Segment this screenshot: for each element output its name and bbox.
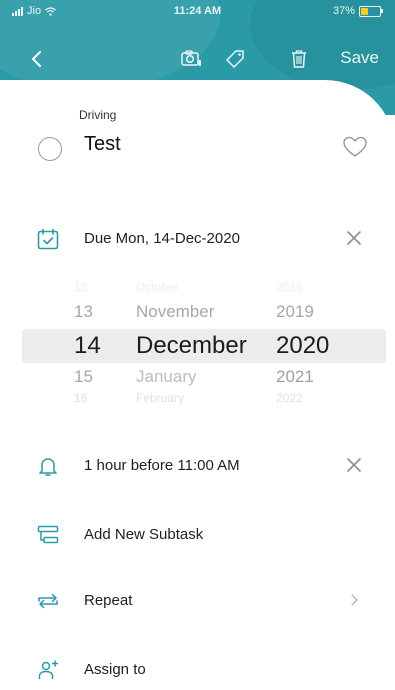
picker-day[interactable]: 13 bbox=[74, 302, 93, 322]
chevron-right-icon bbox=[351, 594, 358, 606]
save-button[interactable]: Save bbox=[340, 48, 379, 68]
picker-day[interactable]: 16 bbox=[74, 391, 87, 405]
assign-row[interactable]: Assign to bbox=[0, 655, 395, 685]
picker-day[interactable]: 15 bbox=[74, 367, 93, 387]
repeat-icon bbox=[38, 593, 58, 609]
reminder-label: 1 hour before 11:00 AM bbox=[84, 457, 240, 474]
trash-icon[interactable] bbox=[288, 48, 310, 70]
picker-month[interactable]: January bbox=[136, 367, 196, 387]
assign-label: Assign to bbox=[84, 661, 146, 678]
date-picker[interactable]: 12 13 14 15 16 October November December… bbox=[0, 272, 395, 412]
reminder-row[interactable]: 1 hour before 11:00 AM bbox=[0, 451, 395, 481]
add-subtask-row[interactable]: Add New Subtask bbox=[0, 520, 395, 550]
due-date-label: Due Mon, 14-Dec-2020 bbox=[84, 230, 240, 247]
toolbar: Save bbox=[0, 44, 395, 74]
back-arrow-icon[interactable] bbox=[22, 44, 52, 74]
task-title[interactable]: Test bbox=[84, 133, 121, 156]
tag-icon[interactable] bbox=[224, 48, 246, 70]
picker-year[interactable]: 2021 bbox=[276, 367, 314, 387]
picker-month-selected[interactable]: December bbox=[136, 332, 247, 360]
add-person-icon bbox=[38, 660, 59, 679]
picker-day[interactable]: 12 bbox=[74, 280, 87, 294]
due-date-row[interactable]: Due Mon, 14-Dec-2020 bbox=[0, 224, 395, 254]
repeat-row[interactable]: Repeat bbox=[0, 586, 395, 616]
picker-year[interactable]: 2018 bbox=[276, 280, 303, 294]
picker-month[interactable]: October bbox=[136, 280, 179, 294]
picker-year-selected[interactable]: 2020 bbox=[276, 332, 329, 360]
complete-checkbox[interactable] bbox=[38, 137, 62, 161]
camera-icon[interactable] bbox=[180, 48, 202, 70]
picker-year[interactable]: 2022 bbox=[276, 391, 303, 405]
clear-due-date-icon[interactable] bbox=[344, 228, 364, 248]
add-subtask-label: Add New Subtask bbox=[84, 526, 204, 543]
picker-day-selected[interactable]: 14 bbox=[74, 332, 101, 360]
battery-icon bbox=[359, 5, 383, 17]
bell-icon bbox=[39, 458, 57, 476]
calendar-check-icon bbox=[37, 228, 59, 250]
status-bar: Jio 11:24 AM 37% bbox=[0, 0, 395, 22]
picker-year[interactable]: 2019 bbox=[276, 302, 314, 322]
picker-month[interactable]: November bbox=[136, 302, 214, 322]
repeat-label: Repeat bbox=[84, 592, 133, 609]
battery-percent: 37% bbox=[332, 5, 355, 17]
heart-icon[interactable] bbox=[342, 135, 368, 159]
subtask-icon bbox=[37, 525, 59, 544]
clear-reminder-icon[interactable] bbox=[344, 455, 364, 475]
picker-month[interactable]: February bbox=[136, 391, 184, 405]
task-category[interactable]: Driving bbox=[79, 108, 116, 122]
